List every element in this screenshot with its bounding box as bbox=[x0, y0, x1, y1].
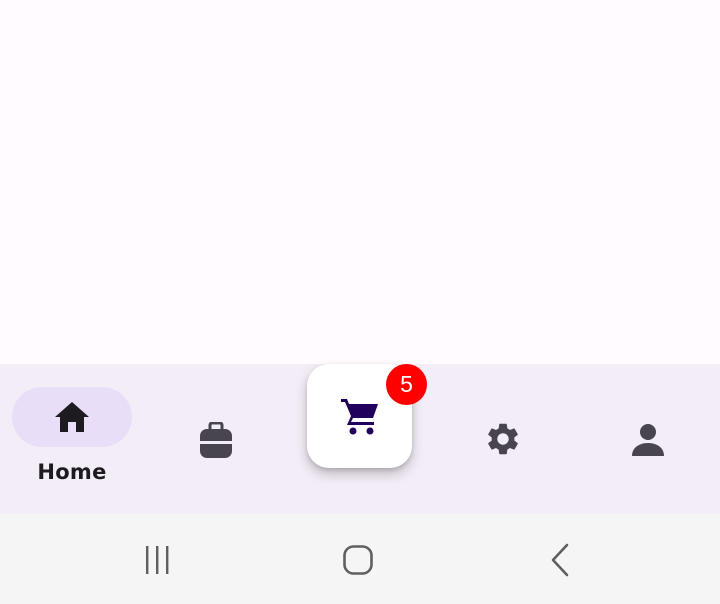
home-circle-icon bbox=[342, 544, 374, 576]
system-home-button[interactable] bbox=[338, 542, 378, 578]
bottom-navigation-bar: Home 5 bbox=[0, 364, 720, 514]
recents-button[interactable] bbox=[138, 542, 176, 578]
nav-label-home: Home bbox=[37, 460, 107, 484]
nav-item-portfolio[interactable] bbox=[186, 417, 246, 463]
home-icon bbox=[54, 401, 90, 433]
back-button[interactable] bbox=[542, 542, 578, 578]
back-icon bbox=[549, 543, 571, 577]
cart-badge: 5 bbox=[386, 364, 427, 405]
briefcase-icon bbox=[200, 422, 232, 458]
cart-icon bbox=[340, 397, 380, 435]
person-icon bbox=[631, 423, 665, 457]
nav-item-profile[interactable] bbox=[618, 417, 678, 463]
recents-icon bbox=[142, 545, 172, 575]
content-area bbox=[0, 0, 720, 364]
nav-item-home[interactable] bbox=[12, 387, 132, 447]
system-navigation-bar bbox=[0, 514, 720, 604]
nav-item-settings[interactable] bbox=[473, 416, 533, 462]
gear-icon bbox=[484, 420, 522, 458]
